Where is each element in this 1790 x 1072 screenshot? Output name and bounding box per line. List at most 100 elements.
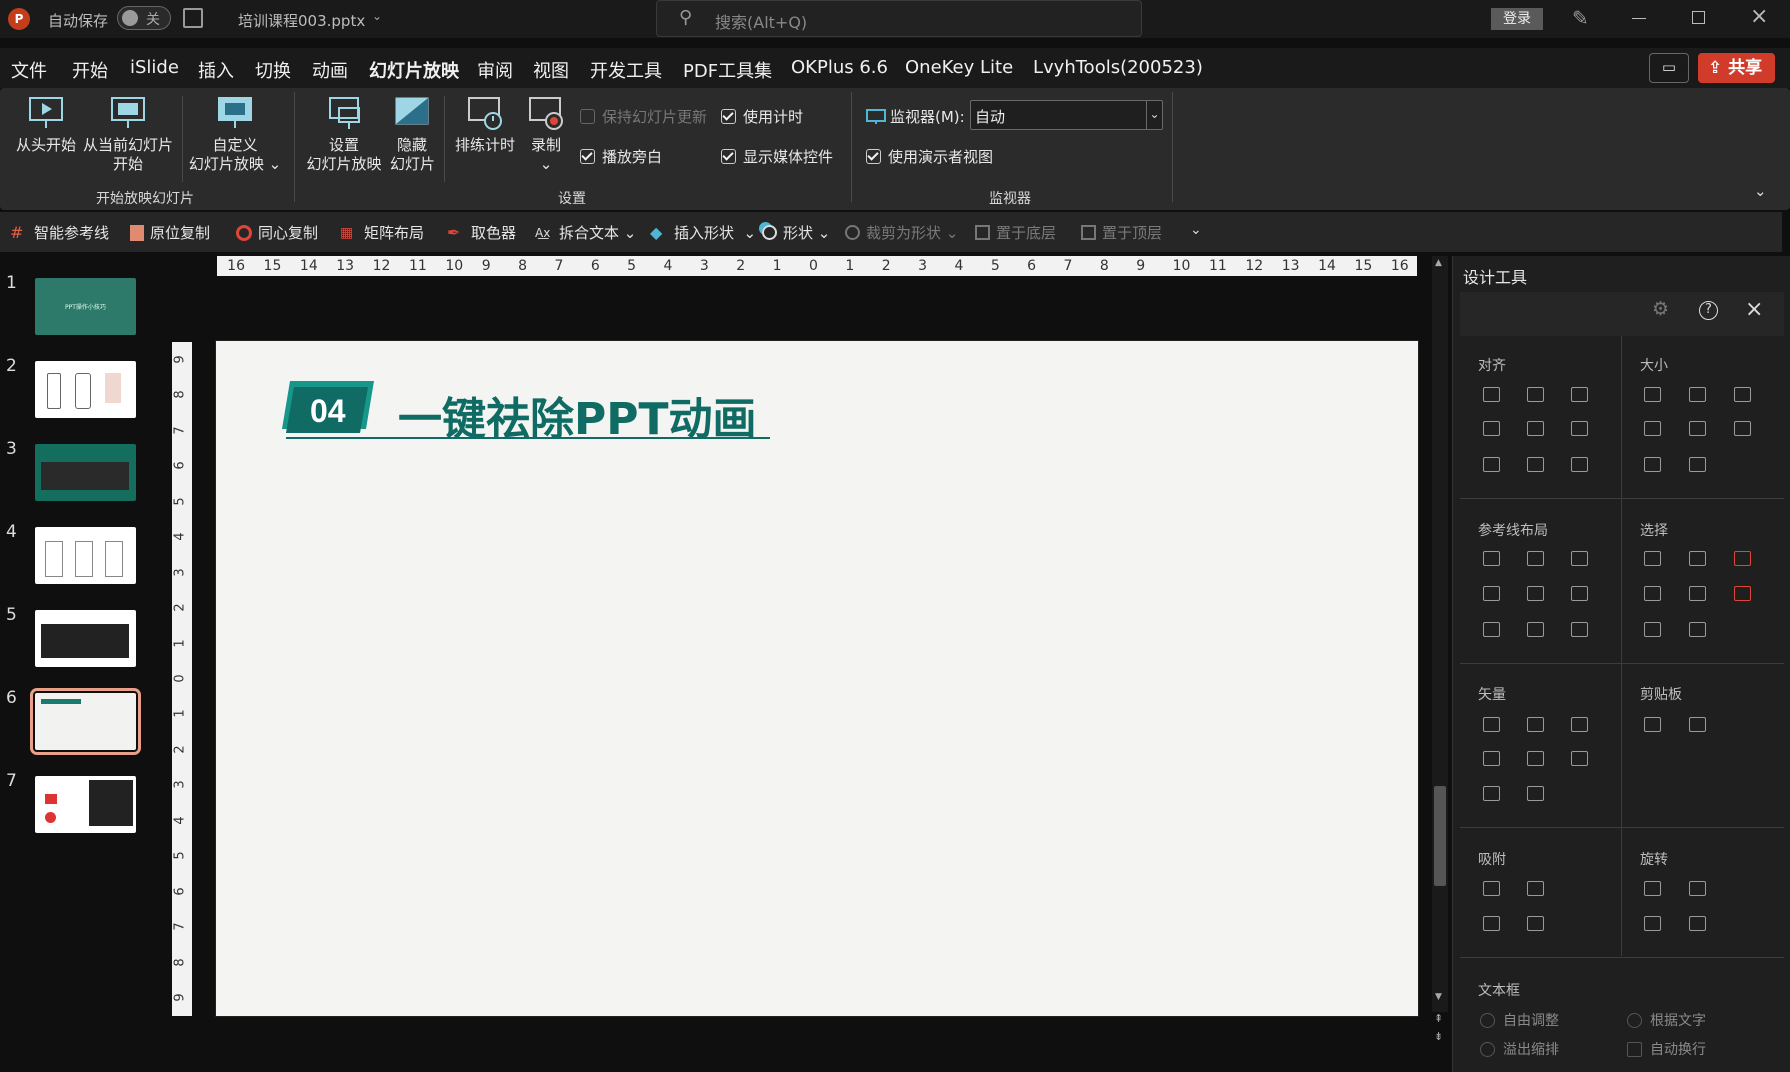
from-start-button[interactable]: 从头开始 [14, 94, 78, 155]
prev-slide-icon[interactable]: ⇞ [1434, 1012, 1443, 1025]
tab-slideshow[interactable]: 幻灯片放映 [369, 57, 459, 91]
select-middle-icon[interactable] [1689, 586, 1706, 601]
distribute-h-icon[interactable] [1483, 457, 1500, 472]
insert-shape-button[interactable]: ◆ 插入形状 ⌄ [650, 222, 756, 243]
select-top-icon[interactable] [1644, 586, 1661, 601]
guide-center-icon[interactable] [1527, 551, 1544, 566]
select-bottom-icon[interactable] [1644, 622, 1661, 637]
select-pointer-icon[interactable] [1734, 586, 1751, 601]
align-center-icon[interactable] [1527, 387, 1544, 402]
tab-islide[interactable]: iSlide [130, 57, 179, 78]
tab-review[interactable]: 审阅 [477, 57, 513, 83]
minimize-icon[interactable] [1632, 18, 1646, 19]
group-align-icon[interactable] [1571, 457, 1588, 472]
send-to-back-button[interactable]: 置于底层 [975, 222, 1056, 243]
align-bottom-icon[interactable] [1571, 421, 1588, 436]
snap-bottom-icon[interactable] [1527, 916, 1544, 931]
tab-developer[interactable]: 开发工具 [590, 57, 662, 83]
paste-icon[interactable] [1689, 717, 1706, 732]
left-resize-icon[interactable] [1644, 421, 1661, 436]
rotate-right-icon[interactable] [1689, 881, 1706, 896]
slide-thumbnail-3[interactable] [35, 444, 136, 501]
crop-to-shape-button[interactable]: 裁剪为形状 ⌄ [845, 222, 958, 243]
guide-left-icon[interactable] [1483, 551, 1500, 566]
textbox-free-adjust-option[interactable]: 自由调整 [1480, 1010, 1559, 1030]
snap-right-icon[interactable] [1527, 881, 1544, 896]
combine-icon[interactable] [1527, 717, 1544, 732]
use-timings-checkbox[interactable]: 使用计时 [721, 106, 803, 127]
fragment-icon[interactable] [1571, 717, 1588, 732]
monitor-select[interactable]: 自动 ⌄ [970, 100, 1163, 130]
select-filter-icon[interactable] [1689, 622, 1706, 637]
share-button[interactable]: ⇪ 共享 [1698, 53, 1775, 83]
textbox-word-wrap-option[interactable]: 自动换行 [1627, 1039, 1706, 1059]
select-similar-icon[interactable] [1689, 551, 1706, 566]
bottom-resize-icon[interactable] [1689, 457, 1706, 472]
select-same-icon[interactable] [1644, 551, 1661, 566]
text-to-shape-icon[interactable] [1483, 786, 1500, 801]
search-box[interactable]: ⚲ 搜索(Alt+Q) [656, 0, 1142, 37]
outline-icon[interactable] [1527, 786, 1544, 801]
play-narration-checkbox[interactable]: 播放旁白 [580, 146, 662, 167]
copy-in-place-button[interactable]: 原位复制 [130, 222, 210, 243]
guide-frame-icon[interactable] [1571, 622, 1588, 637]
bring-to-front-button[interactable]: 置于顶层 [1081, 222, 1162, 243]
snap-left-icon[interactable] [1483, 881, 1500, 896]
edit-points-icon[interactable] [1571, 751, 1588, 766]
hide-slide-button[interactable]: 隐藏 幻灯片 [390, 94, 435, 174]
align-left-icon[interactable] [1483, 387, 1500, 402]
intersect-icon[interactable] [1483, 751, 1500, 766]
snap-top-icon[interactable] [1483, 916, 1500, 931]
tab-insert[interactable]: 插入 [198, 57, 234, 83]
maximize-icon[interactable] [1692, 11, 1705, 24]
tab-pdf-tools[interactable]: PDF工具集 [683, 57, 772, 83]
autosave-toggle[interactable]: 关 [117, 6, 171, 30]
tab-transitions[interactable]: 切换 [255, 57, 291, 83]
guide-top-icon[interactable] [1483, 586, 1500, 601]
eyedropper-button[interactable]: ✒ 取色器 [447, 222, 516, 243]
split-text-button[interactable]: A͟x 拆合文本 ⌄ [535, 222, 636, 243]
select-type-icon[interactable] [1734, 551, 1751, 566]
comments-button[interactable]: ▭ [1649, 53, 1689, 83]
chevron-down-icon[interactable]: ⌄ [372, 9, 382, 23]
guide-middle-icon[interactable] [1527, 586, 1544, 601]
next-slide-icon[interactable]: ⇟ [1434, 1030, 1443, 1043]
presenter-view-checkbox[interactable]: 使用演示者视图 [866, 146, 993, 167]
copy-icon[interactable] [1644, 717, 1661, 732]
guide-vspread-icon[interactable] [1527, 622, 1544, 637]
matrix-layout-button[interactable]: ▦ 矩阵布局 [340, 222, 424, 243]
slide-thumbnail-2[interactable] [35, 361, 136, 418]
union-icon[interactable] [1483, 717, 1500, 732]
keep-updated-checkbox[interactable]: 保持幻灯片更新 [580, 106, 707, 127]
align-top-icon[interactable] [1483, 421, 1500, 436]
subtract-icon[interactable] [1527, 751, 1544, 766]
from-current-button[interactable]: 从当前幻灯片 开始 [80, 94, 176, 174]
tab-animations[interactable]: 动画 [312, 57, 348, 83]
slide-thumbnail-5[interactable] [35, 610, 136, 667]
login-button[interactable]: 登录 [1491, 8, 1543, 30]
tab-home[interactable]: 开始 [72, 57, 108, 83]
fit-width-icon[interactable] [1734, 421, 1751, 436]
record-button[interactable]: 录制 ⌄ [524, 94, 568, 174]
align-right-icon[interactable] [1571, 387, 1588, 402]
slide-thumbnail-7[interactable] [35, 776, 136, 833]
same-size-icon[interactable] [1734, 387, 1751, 402]
settings-icon[interactable]: ⚙ [1652, 298, 1669, 320]
tab-view[interactable]: 视图 [533, 57, 569, 83]
tab-lvyhtools[interactable]: LvyhTools(200523) [1033, 57, 1203, 78]
top-resize-icon[interactable] [1644, 457, 1661, 472]
scroll-thumb[interactable] [1434, 786, 1446, 886]
scroll-up-icon[interactable]: ▲ [1435, 258, 1442, 268]
pen-icon[interactable]: ✎ [1572, 6, 1589, 30]
rehearse-timings-button[interactable]: 排练计时 [452, 94, 518, 155]
editor-scrollbar[interactable]: ▲ ▼ [1432, 256, 1448, 1012]
close-icon[interactable]: × [1750, 4, 1768, 29]
save-icon[interactable] [183, 8, 203, 28]
right-resize-icon[interactable] [1689, 421, 1706, 436]
guide-right-icon[interactable] [1571, 551, 1588, 566]
smart-guides-button[interactable]: # 智能参考线 [10, 222, 109, 243]
rotate-left-icon[interactable] [1644, 881, 1661, 896]
textbox-fit-text-option[interactable]: 根据文字 [1627, 1010, 1706, 1030]
same-width-icon[interactable] [1644, 387, 1661, 402]
slide-thumbnail-4[interactable] [35, 527, 136, 584]
